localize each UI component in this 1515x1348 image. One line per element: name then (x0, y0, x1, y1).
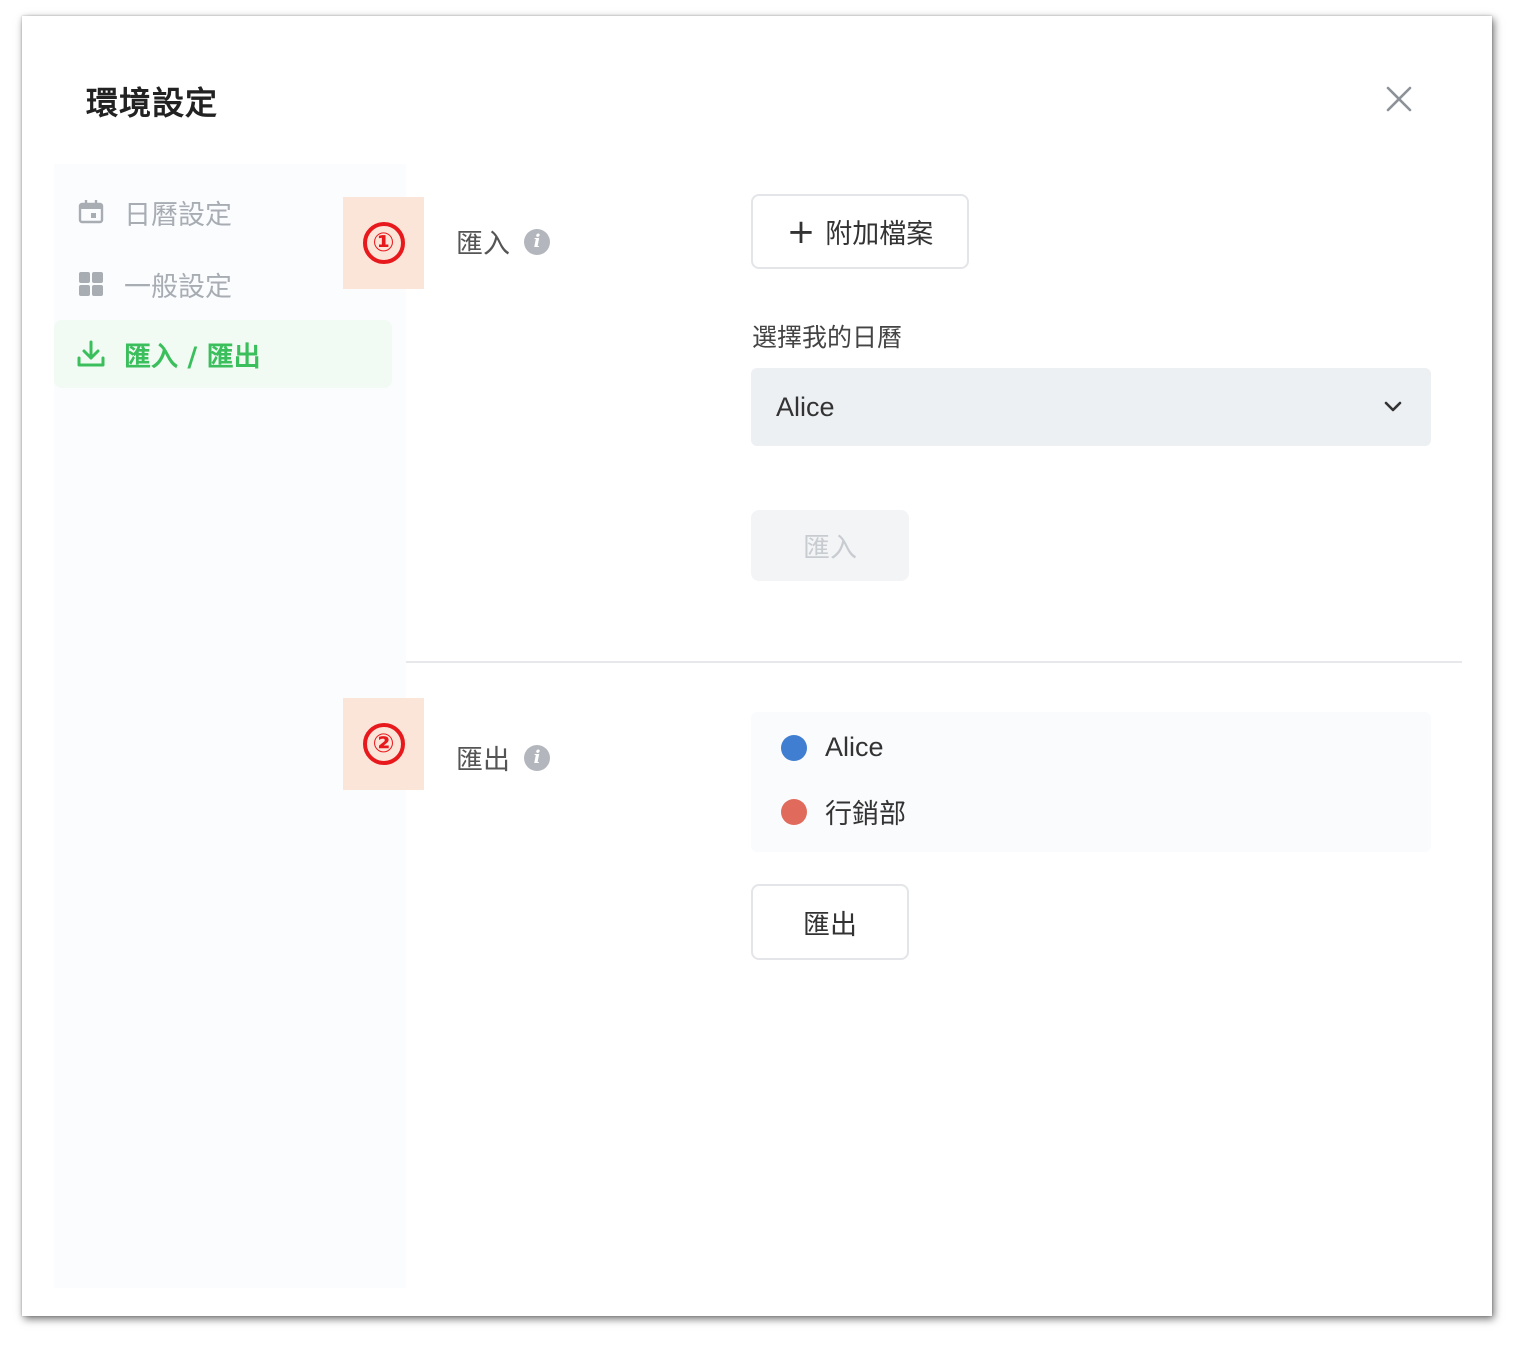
calendar-name: Alice (825, 732, 884, 762)
calendar-icon (76, 197, 106, 227)
info-icon[interactable]: i (524, 228, 550, 255)
calendar-select[interactable]: Alice (751, 368, 1431, 446)
sidebar-item-label: 日曆設定 (124, 199, 232, 231)
plus-icon: + (786, 211, 816, 252)
export-calendar-list: Alice 行銷部 (751, 712, 1431, 852)
settings-dialog: 環境設定 日曆設定 一般設定 匯入 / 匯出 ① 匯入 i + 附加檔案 選擇我… (22, 16, 1492, 1316)
import-button[interactable]: 匯入 (751, 510, 909, 581)
attach-file-button[interactable]: + 附加檔案 (751, 194, 969, 269)
export-button[interactable]: 匯出 (751, 884, 909, 960)
calendar-select-label: 選擇我的日曆 (752, 323, 903, 352)
marker-number: ② (362, 723, 405, 765)
sidebar-item-general-settings[interactable]: 一般設定 (54, 250, 392, 318)
marker-number: ① (362, 222, 405, 264)
annotation-marker-1: ① (343, 197, 424, 289)
section-divider (406, 661, 1462, 663)
sidebar-item-import-export[interactable]: 匯入 / 匯出 (54, 320, 392, 388)
list-item[interactable]: Alice (781, 732, 884, 763)
close-button[interactable] (1382, 82, 1416, 116)
export-section-label: 匯出 i (456, 738, 550, 777)
chevron-down-icon (1384, 401, 1402, 412)
calendar-color-dot (781, 798, 807, 825)
sidebar-item-label: 一般設定 (124, 271, 232, 303)
info-icon[interactable]: i (524, 744, 550, 771)
sidebar-item-label: 匯入 / 匯出 (124, 341, 261, 373)
import-section-label: 匯入 i (456, 222, 550, 261)
sidebar-item-calendar-settings[interactable]: 日曆設定 (54, 178, 392, 246)
export-label: 匯出 (456, 745, 510, 776)
import-button-label: 匯入 (803, 533, 857, 564)
calendar-color-dot (781, 734, 807, 761)
grid-icon (76, 269, 106, 299)
dialog-title: 環境設定 (86, 84, 219, 122)
list-item[interactable]: 行銷部 (781, 792, 906, 831)
annotation-marker-2: ② (343, 698, 424, 790)
export-button-label: 匯出 (803, 909, 857, 941)
calendar-name: 行銷部 (825, 799, 906, 830)
download-icon (76, 339, 106, 369)
attach-file-label: 附加檔案 (825, 219, 934, 250)
import-label: 匯入 (456, 229, 510, 260)
close-icon (1386, 86, 1412, 112)
calendar-select-value: Alice (776, 391, 835, 422)
